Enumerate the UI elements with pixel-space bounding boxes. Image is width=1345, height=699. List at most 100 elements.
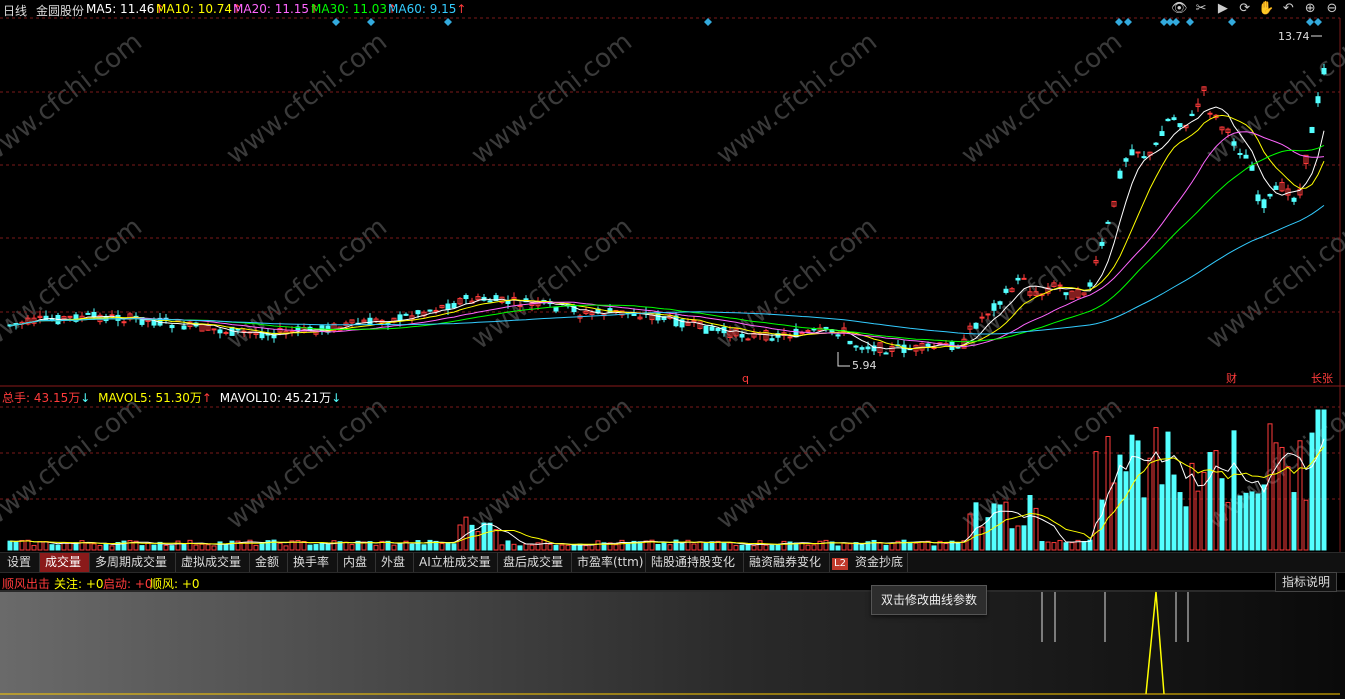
watermark-text: www.cfchi.com xyxy=(221,392,393,536)
volume-bar xyxy=(1255,493,1261,551)
tab-volume[interactable]: 成交量 xyxy=(40,553,90,572)
candle-body xyxy=(1207,112,1213,115)
l2-badge[interactable]: L2 xyxy=(830,553,850,572)
candle-body xyxy=(853,345,859,348)
volume-bar xyxy=(1249,491,1255,551)
tab-inner[interactable]: 内盘 xyxy=(338,553,376,572)
tab-ai-volume[interactable]: AI立桩成交量 xyxy=(414,553,498,572)
high-price-label: 13.74 xyxy=(1278,30,1310,43)
candle-body xyxy=(403,313,409,316)
volume-bar xyxy=(25,539,31,551)
candle-body xyxy=(109,314,115,317)
candle-body xyxy=(445,303,451,310)
tab-margin-change[interactable]: 融资融券变化 xyxy=(744,553,830,572)
watermark-text: www.cfchi.com xyxy=(711,392,883,536)
volume-bar xyxy=(1051,542,1057,551)
volume-bar xyxy=(49,544,55,551)
candle-body xyxy=(151,320,157,326)
tab-after-hours-volume[interactable]: 盘后成交量 xyxy=(498,553,572,572)
volume-bar xyxy=(127,540,133,551)
volume-bar xyxy=(1039,541,1045,551)
tab-pe-ttm[interactable]: 市盈率(ttm) xyxy=(572,553,646,572)
event-marker-q[interactable]: q xyxy=(742,372,749,385)
volume-bar xyxy=(1237,495,1243,551)
candle-body xyxy=(787,336,793,339)
volume-bar xyxy=(1141,497,1147,551)
indicator-shunfeng: 顺风: +0 xyxy=(150,577,200,591)
volume-bar xyxy=(397,543,403,551)
signal-diamond-icon xyxy=(1124,18,1132,26)
indicator-qidong: 启动: +0 xyxy=(103,577,153,591)
kline-chart[interactable]: www.cfchi.com www.cfchi.com www.cfchi.com w… xyxy=(0,0,1345,699)
tab-settings[interactable]: 设置 xyxy=(2,553,40,572)
volume-bar xyxy=(985,517,991,551)
tab-virtual-volume[interactable]: 虚拟成交量 xyxy=(176,553,250,572)
volume-bar xyxy=(745,544,751,551)
volume-bar xyxy=(679,542,685,551)
volume-bar xyxy=(811,544,817,551)
signal-diamonds xyxy=(332,18,1322,26)
tab-multi-period-volume[interactable]: 多周期成交量 xyxy=(90,553,176,572)
volume-bar xyxy=(109,545,115,551)
candle-body xyxy=(1237,153,1243,156)
low-price-label: 5.94 xyxy=(852,359,877,372)
candle-body xyxy=(1105,221,1111,224)
volume-bar xyxy=(919,541,925,551)
volume-bar xyxy=(373,544,379,551)
arrow-down-icon: ↓ xyxy=(331,391,342,405)
volume-bar xyxy=(1123,471,1129,551)
volume-bar xyxy=(331,540,337,551)
volume-bar xyxy=(1129,434,1135,551)
volume-bar xyxy=(901,539,907,551)
indicator-help-button[interactable]: 指标说明 xyxy=(1274,572,1337,592)
volume-bar xyxy=(547,543,553,551)
volume-bar xyxy=(349,544,355,551)
volume-bar xyxy=(1021,525,1027,551)
volume-bar xyxy=(1303,499,1309,551)
volume-bar xyxy=(175,540,181,551)
signal-diamond-icon xyxy=(1306,18,1314,26)
tab-fund-bottom[interactable]: 资金抄底 xyxy=(850,553,908,572)
candle-body xyxy=(121,321,127,324)
volume-bar xyxy=(415,540,421,551)
volume-bar xyxy=(223,543,229,551)
candle-body xyxy=(1261,199,1267,209)
volume-bar xyxy=(973,502,979,551)
tab-outer[interactable]: 外盘 xyxy=(376,553,414,572)
event-marker-cai[interactable]: 财 xyxy=(1226,371,1237,385)
candle-body xyxy=(1159,131,1165,136)
volume-bar xyxy=(283,545,289,551)
candle-body xyxy=(883,352,889,355)
candle-body xyxy=(835,334,841,337)
candle-body xyxy=(1231,141,1237,146)
candle-body xyxy=(91,311,97,317)
volume-bar xyxy=(1069,542,1075,551)
ma-lines xyxy=(9,106,1325,350)
tab-amount[interactable]: 金额 xyxy=(250,553,288,572)
volume-bar xyxy=(1057,539,1063,551)
total-volume-label: 总手: 43.15万 xyxy=(2,391,81,405)
watermark-text: www.cfchi.com xyxy=(1201,212,1345,356)
candle-body xyxy=(1165,118,1171,122)
volume-bar xyxy=(775,544,781,551)
volume-bar xyxy=(1015,525,1021,551)
volume-bar xyxy=(37,541,43,551)
event-marker-zhang[interactable]: 长张 xyxy=(1311,372,1333,385)
tab-turnover[interactable]: 换手率 xyxy=(288,553,338,572)
volume-bar xyxy=(211,545,217,551)
candle-body xyxy=(553,306,559,312)
volume-bar xyxy=(739,544,745,551)
volume-bar xyxy=(565,544,571,551)
volume-bar xyxy=(313,544,319,551)
candle-body xyxy=(865,346,871,350)
volume-bar xyxy=(1153,427,1159,551)
volume-bar xyxy=(1243,492,1249,551)
tab-northbound-holding[interactable]: 陆股通持股变化 xyxy=(646,553,744,572)
volume-bar xyxy=(13,541,19,551)
volume-header: 总手: 43.15万↓ MAVOL5: 51.30万↑ MAVOL10: 45.… xyxy=(2,389,341,405)
volume-bar xyxy=(1291,492,1297,551)
volume-bar xyxy=(505,540,511,551)
volume-bar xyxy=(457,524,463,551)
volume-bar xyxy=(343,541,349,551)
indicator-name[interactable]: 顺风出击 xyxy=(2,575,50,592)
